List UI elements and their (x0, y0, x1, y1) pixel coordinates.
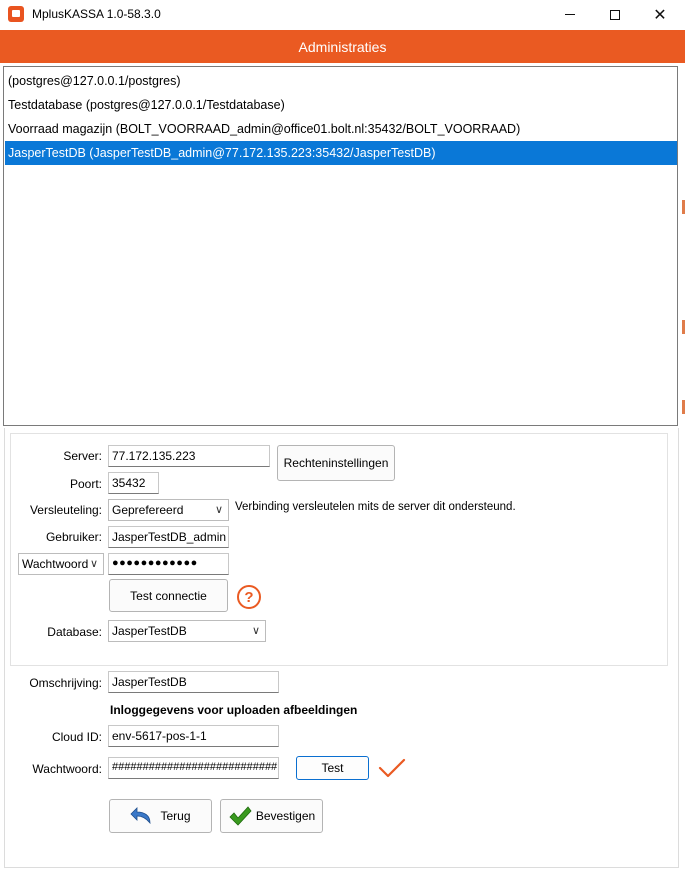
database-item-label: Voorraad magazijn (BOLT_VOORRAAD_admin@o… (8, 122, 521, 136)
database-item-label: Testdatabase (postgres@127.0.0.1/Testdat… (8, 98, 285, 112)
database-list-item[interactable]: (postgres@127.0.0.1/postgres) (5, 69, 677, 93)
close-button[interactable]: ✕ (637, 0, 683, 29)
server-label: Server: (63, 449, 102, 463)
database-list[interactable]: (postgres@127.0.0.1/postgres) Testdataba… (3, 66, 678, 426)
undo-arrow-icon (130, 807, 151, 825)
back-button[interactable]: Terug (109, 799, 212, 833)
help-icon[interactable]: ? (237, 585, 261, 609)
database-item-label: JasperTestDB (JasperTestDB_admin@77.172.… (8, 146, 436, 160)
database-list-item-selected[interactable]: JasperTestDB (JasperTestDB_admin@77.172.… (5, 141, 677, 165)
user-input[interactable]: JasperTestDB_admin (108, 526, 229, 548)
database-list-item[interactable]: Voorraad magazijn (BOLT_VOORRAAD_admin@o… (5, 117, 677, 141)
cloud-id-label: Cloud ID: (51, 730, 102, 744)
maximize-icon (610, 9, 620, 20)
checkmark-icon (378, 758, 406, 778)
password-input[interactable]: ●●●●●●●●●●●● (108, 553, 229, 575)
server-input[interactable]: 77.172.135.223 (108, 445, 270, 467)
auth-type-select[interactable]: Wachtwoord ∨ (18, 553, 104, 575)
upload-password-label: Wachtwoord: (32, 762, 102, 776)
encryption-label: Versleuteling: (29, 503, 102, 517)
upload-password-input[interactable]: ########################### (108, 757, 279, 779)
chevron-down-icon: ∨ (214, 504, 223, 516)
app-icon (8, 6, 24, 22)
window-title: MplusKASSA 1.0-58.3.0 (32, 7, 161, 21)
database-list-item[interactable]: Testdatabase (postgres@127.0.0.1/Testdat… (5, 93, 677, 117)
title-bar: MplusKASSA 1.0-58.3.0 ✕ (0, 0, 685, 29)
check-icon (229, 806, 252, 826)
database-item-label: (postgres@127.0.0.1/postgres) (8, 74, 181, 88)
port-input[interactable]: 35432 (108, 472, 159, 494)
port-label: Poort: (69, 477, 102, 491)
database-value: JasperTestDB (112, 624, 187, 638)
confirm-button-label: Bevestigen (255, 809, 316, 823)
header-bar: Administraties (0, 30, 685, 63)
minimize-icon (565, 14, 575, 15)
confirm-button[interactable]: Bevestigen (220, 799, 323, 833)
user-label: Gebruiker: (45, 530, 102, 544)
description-label: Omschrijving: (29, 676, 102, 690)
minimize-button[interactable] (547, 0, 593, 29)
back-button-label: Terug (160, 809, 191, 823)
auth-type-value: Wachtwoord (22, 557, 89, 571)
chevron-down-icon: ∨ (251, 625, 260, 637)
maximize-button[interactable] (592, 0, 638, 29)
upload-test-button[interactable]: Test (296, 756, 369, 780)
cloud-id-input[interactable]: env-5617-pos-1-1 (108, 725, 279, 747)
test-connection-button[interactable]: Test connectie (109, 579, 228, 612)
encryption-select[interactable]: Geprefereerd ∨ (108, 499, 229, 521)
encryption-value: Geprefereerd (112, 503, 184, 517)
chevron-down-icon: ∨ (89, 558, 98, 570)
description-input[interactable]: JasperTestDB (108, 671, 279, 693)
rights-settings-button[interactable]: Rechteninstellingen (277, 445, 395, 481)
encryption-note: Verbinding versleutelen mits de server d… (235, 501, 516, 513)
close-icon: ✕ (653, 6, 667, 24)
upload-credentials-heading: Inloggegevens voor uploaden afbeeldingen (110, 703, 358, 717)
header-title: Administraties (298, 38, 387, 55)
database-label: Database: (47, 625, 102, 639)
database-select[interactable]: JasperTestDB ∨ (108, 620, 266, 642)
